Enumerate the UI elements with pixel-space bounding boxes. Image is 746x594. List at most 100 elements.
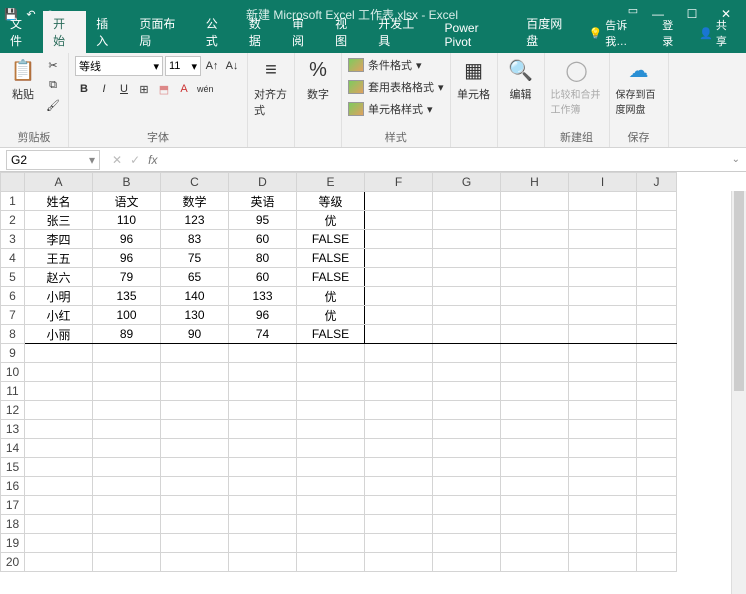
italic-button[interactable]: I [95,80,113,98]
cell-D7[interactable]: 96 [229,306,297,325]
phonetic-icon[interactable]: wén [195,80,216,98]
cell-B7[interactable]: 100 [93,306,161,325]
cell-A18[interactable] [25,515,93,534]
cell-E4[interactable]: FALSE [297,249,365,268]
cell-C11[interactable] [161,382,229,401]
cell-A17[interactable] [25,496,93,515]
font-name-select[interactable]: 等线▾ [75,56,163,76]
border-icon[interactable]: ⊞ [135,80,153,98]
cell-C9[interactable] [161,344,229,363]
underline-button[interactable]: U [115,80,133,98]
cell-H5[interactable] [501,268,569,287]
cell-E19[interactable] [297,534,365,553]
row-header-9[interactable]: 9 [1,344,25,363]
cell-I11[interactable] [569,382,637,401]
cell-H3[interactable] [501,230,569,249]
cell-A15[interactable] [25,458,93,477]
increase-font-icon[interactable]: A↑ [203,57,221,75]
tab-home[interactable]: 开始 [43,11,86,53]
cell-G2[interactable] [433,211,501,230]
row-header-16[interactable]: 16 [1,477,25,496]
cell-G3[interactable] [433,230,501,249]
cell-E5[interactable]: FALSE [297,268,365,287]
cell-A4[interactable]: 王五 [25,249,93,268]
cell-H8[interactable] [501,325,569,344]
cell-F12[interactable] [365,401,433,420]
cell-E13[interactable] [297,420,365,439]
cell-C20[interactable] [161,553,229,572]
row-header-2[interactable]: 2 [1,211,25,230]
scrollbar-thumb[interactable] [734,191,744,391]
tab-insert[interactable]: 插入 [86,11,129,53]
cell-E12[interactable] [297,401,365,420]
col-header-A[interactable]: A [25,173,93,192]
cell-I13[interactable] [569,420,637,439]
cell-H12[interactable] [501,401,569,420]
cell-I18[interactable] [569,515,637,534]
cell-A5[interactable]: 赵六 [25,268,93,287]
row-header-11[interactable]: 11 [1,382,25,401]
cell-H2[interactable] [501,211,569,230]
cell-A2[interactable]: 张三 [25,211,93,230]
cell-J14[interactable] [637,439,677,458]
cell-B2[interactable]: 110 [93,211,161,230]
cell-C14[interactable] [161,439,229,458]
cell-H6[interactable] [501,287,569,306]
cell-B8[interactable]: 89 [93,325,161,344]
login-button[interactable]: 登录 [656,13,689,53]
cell-D9[interactable] [229,344,297,363]
cell-H4[interactable] [501,249,569,268]
cell-B9[interactable] [93,344,161,363]
cell-J20[interactable] [637,553,677,572]
cell-B13[interactable] [93,420,161,439]
cell-H19[interactable] [501,534,569,553]
col-header-C[interactable]: C [161,173,229,192]
cell-J19[interactable] [637,534,677,553]
cell-J5[interactable] [637,268,677,287]
cell-A3[interactable]: 李四 [25,230,93,249]
tab-developer[interactable]: 开发工具 [368,11,434,53]
cell-A8[interactable]: 小丽 [25,325,93,344]
expand-formula-icon[interactable]: ⌄ [732,154,740,165]
cell-E9[interactable] [297,344,365,363]
cell-H1[interactable] [501,192,569,211]
tab-formulas[interactable]: 公式 [196,11,239,53]
cell-C6[interactable]: 140 [161,287,229,306]
cell-J18[interactable] [637,515,677,534]
cell-E14[interactable] [297,439,365,458]
cell-I14[interactable] [569,439,637,458]
cell-D4[interactable]: 80 [229,249,297,268]
cell-F9[interactable] [365,344,433,363]
cell-F13[interactable] [365,420,433,439]
cell-C18[interactable] [161,515,229,534]
cell-C15[interactable] [161,458,229,477]
cell-F17[interactable] [365,496,433,515]
cell-D18[interactable] [229,515,297,534]
cell-G7[interactable] [433,306,501,325]
cell-B12[interactable] [93,401,161,420]
cell-F8[interactable] [365,325,433,344]
cell-I15[interactable] [569,458,637,477]
cell-I2[interactable] [569,211,637,230]
tab-page-layout[interactable]: 页面布局 [129,11,195,53]
cell-A10[interactable] [25,363,93,382]
cell-I3[interactable] [569,230,637,249]
cell-F15[interactable] [365,458,433,477]
col-header-J[interactable]: J [637,173,677,192]
cell-F2[interactable] [365,211,433,230]
col-header-I[interactable]: I [569,173,637,192]
cell-J17[interactable] [637,496,677,515]
cell-F7[interactable] [365,306,433,325]
cell-F1[interactable] [365,192,433,211]
cell-F19[interactable] [365,534,433,553]
cell-H20[interactable] [501,553,569,572]
cell-C16[interactable] [161,477,229,496]
font-size-select[interactable]: 11▾ [165,56,201,76]
table-format-button[interactable]: 套用表格格式▾ [348,78,444,96]
row-header-20[interactable]: 20 [1,553,25,572]
cut-icon[interactable]: ✂ [44,56,62,74]
cell-B4[interactable]: 96 [93,249,161,268]
cell-H15[interactable] [501,458,569,477]
cell-E16[interactable] [297,477,365,496]
cell-C2[interactable]: 123 [161,211,229,230]
